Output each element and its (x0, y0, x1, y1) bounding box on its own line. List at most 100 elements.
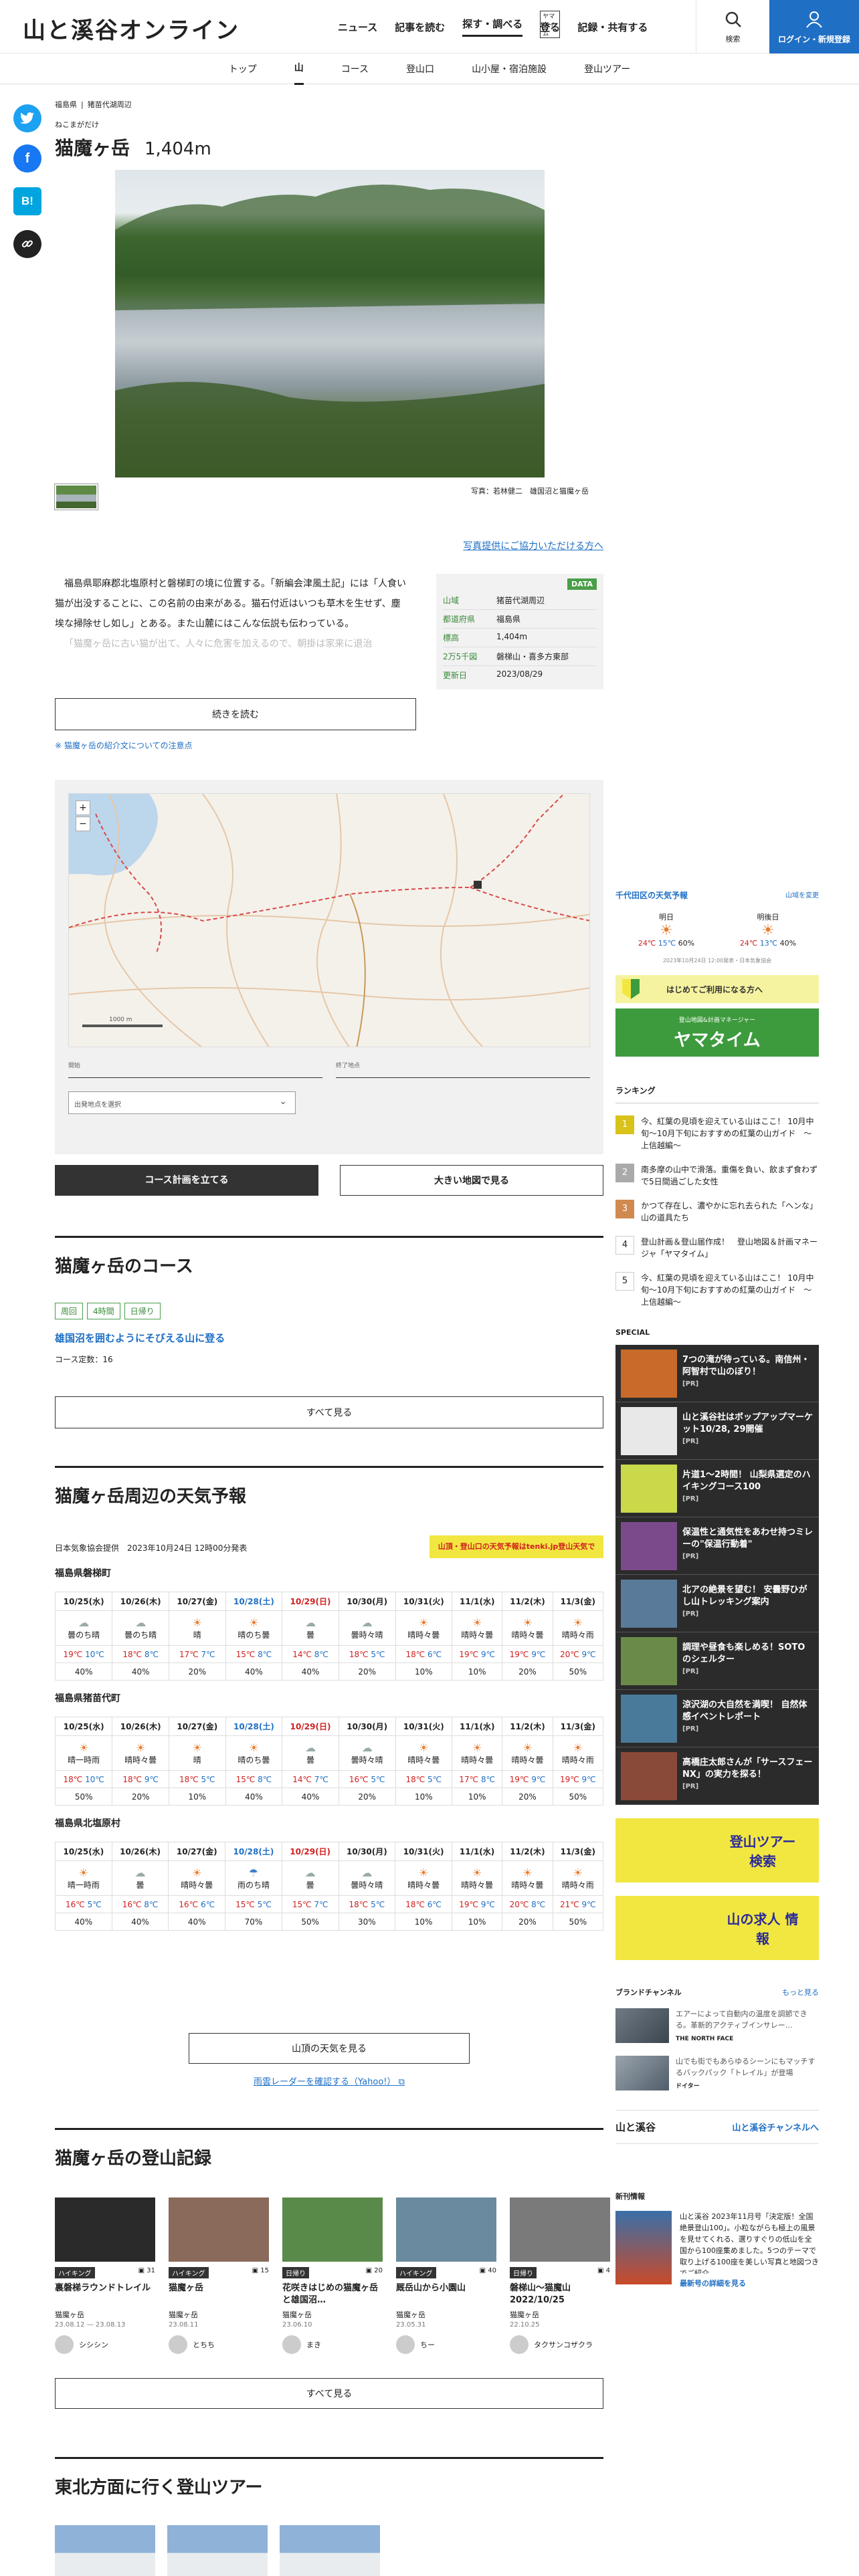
news-text: 山と溪谷 2023年11月号「決定版！全国絶景登山100」。小粒ながらも極上の風… (680, 2212, 819, 2274)
plan-course-button[interactable]: コース計画を立てる (55, 1165, 318, 1196)
tenki-banner[interactable]: 山頂・登山口の天気予報はtenki.jp登山天気で (430, 1535, 603, 1558)
special-item[interactable]: 片道1〜2時間！ 山梨県選定のハイキングコース100 [PR] (615, 1460, 819, 1517)
channel-link[interactable]: 山と溪谷チャンネルへ (732, 2121, 819, 2133)
summit-weather-button[interactable]: 山頂の天気を見る (189, 2033, 470, 2064)
weather-temp: 18℃ 6℃ (395, 1645, 453, 1663)
ranking-item[interactable]: 1 今、紅葉の見頃を迎えている山はここ！ 10月中旬〜10月下旬におすすめの紅葉の… (615, 1115, 819, 1152)
sidebar: 千代田区の天気予報 山域を変更 明日 ☀ 24℃ 15℃ 60% 明後日 ☀ 24℃ 13… (615, 889, 819, 2289)
weather-temp: 18℃ 6℃ (395, 1895, 452, 1913)
weather-icon: ☀ (522, 1741, 533, 1754)
news-link[interactable]: 最新号の詳細を見る (680, 2278, 819, 2289)
weather-temp: 18℃ 5℃ (395, 1770, 453, 1788)
sub-nav: トップ 山 コース 登山口 山小屋・宿泊施設 登山ツアー (0, 52, 859, 85)
record-card[interactable]: ハイキング ▣ 40 厩岳山から小園山 猫魔ヶ岳 23.05.31 ちー (396, 2197, 496, 2354)
nav-climb[interactable]: ヤマタイム 登る (540, 10, 561, 38)
tab-tour[interactable]: 登山ツアー (584, 53, 630, 84)
weather-tables: 福島県磐梯町 10/25(水) 10/26(木) 10/27(金) 10/28(土) 10… (54, 1566, 604, 1931)
ranking-item[interactable]: 3 かつて存在し、濃やかに忘れ去られた「ヘンな」山の道具たち (615, 1200, 819, 1224)
map-scale: 1000 m (109, 1016, 132, 1023)
site-logo[interactable]: 山と溪谷オンライン (23, 12, 240, 45)
photo-count: ▣ 40 (479, 2267, 496, 2274)
breadcrumb-item[interactable]: 福島県 (55, 100, 77, 109)
course-tag: 周回 (55, 1303, 84, 1319)
brand-more-link[interactable]: もっと見る (782, 1987, 819, 1998)
weather-day: 11/2(木) (502, 1842, 553, 1861)
beginner-banner[interactable]: はじめてご利用になる方へ (615, 975, 819, 1003)
weather-cell: ☀ 晴一時雨 (55, 1860, 112, 1896)
magazine-cover[interactable] (615, 2211, 672, 2284)
intro-note-link[interactable]: ※ 猫魔ヶ岳の紹介文についての注意点 (55, 740, 193, 751)
record-card[interactable]: ハイキング ▣ 15 猫魔ヶ岳 猫魔ヶ岳 23.08.11 とちち (169, 2197, 269, 2354)
photo-thumbnail[interactable] (54, 484, 98, 510)
weather-icon: ☀ (192, 1741, 202, 1754)
facebook-share-button[interactable]: f (13, 144, 41, 173)
tab-top[interactable]: トップ (229, 53, 257, 84)
tab-mountain[interactable]: 山 (294, 52, 304, 85)
zoom-in-button[interactable]: + (76, 800, 90, 815)
start-field[interactable]: 開始 (68, 1061, 322, 1078)
nav-record-share[interactable]: 記録・共有する (577, 20, 648, 34)
record-card[interactable]: 日帰り ▣ 20 花咲きはじめの猫魔ヶ岳と雄国沼… 猫魔ヶ岳 23.06.10 まき (282, 2197, 383, 2354)
special-item[interactable]: 北アの絶景を望む！ 安曇野ひがし山トレッキング案内 [PR] (615, 1575, 819, 1632)
weather-icon: ☀ (419, 1616, 429, 1629)
brand-item[interactable]: エアーによって自動内の温度を調節できる。革新的アクティブインサレー… THE NO… (615, 2008, 819, 2045)
nav-news[interactable]: ニュース (338, 20, 377, 34)
search-icon (725, 11, 741, 27)
breadcrumb-item[interactable]: 猪苗代湖周辺 (88, 100, 132, 109)
tab-course[interactable]: コース (341, 53, 369, 84)
read-more-button[interactable]: 続きを読む (55, 698, 416, 730)
weather-icon: ☀ (472, 1866, 482, 1879)
special-item[interactable]: 高橋庄太郎さんが「サースフェーNX」の実力を探る！ [PR] (615, 1747, 819, 1805)
yamatime-banner[interactable]: 登山地図&計画マネージャー ヤマタイム (615, 1008, 819, 1057)
tour-search-banner[interactable]: 登山ツアー 検索 (615, 1818, 819, 1883)
weather-icon: ☀ (522, 1616, 533, 1629)
special-list: 7つの滝が待っている。南信州・阿智村で山のぼり！ [PR] 山と溪谷社はボップアップ… (615, 1345, 819, 1805)
zoom-out-button[interactable]: − (76, 817, 90, 831)
courses-all-button[interactable]: すべて見る (55, 1396, 603, 1428)
data-label: 都道府県 (443, 615, 476, 624)
special-item[interactable]: 保温性と通気性をあわせ持つミレーの"保温行動着" [PR] (615, 1517, 819, 1575)
record-card[interactable]: 日帰り ▣ 4 磐梯山～猫魔山2022/10/25 猫魔ヶ岳 22.10.25 タクサンコ… (510, 2197, 610, 2354)
tour-card[interactable]: 関東発2日間Yamakara Snow College 第3回・安達…2024.… (55, 2525, 155, 2576)
tab-trailhead[interactable]: 登山口 (406, 53, 434, 84)
tour-card[interactable]: 関東発1日間岳温泉に泊まる！ 雪の安達太良山2024.03.02（土） (167, 2525, 268, 2576)
records-all-button[interactable]: すべて見る (55, 2378, 603, 2409)
ranking-item[interactable]: 2 南多摩の山中で滑落。重傷を負い、飲まず食わずで5日間過ごした女性 (615, 1164, 819, 1188)
radar-link[interactable]: 雨雲レーダーを確認する（Yahoo!） ⧉ (55, 2074, 603, 2087)
pr-label: [PR] (682, 1725, 699, 1733)
special-item[interactable]: 7つの滝が待っている。南信州・阿智村で山のぼり！ [PR] (615, 1345, 819, 1402)
record-card[interactable]: ハイキング ▣ 31 裏磐梯ラウンドトレイル 猫魔ヶ岳 23.08.12 — 23.08… (55, 2197, 155, 2354)
job-banner[interactable]: 山の求人 情報 (615, 1896, 819, 1960)
search-button[interactable]: 検索 (696, 0, 769, 53)
login-button[interactable]: ログイン・新規登録 (769, 0, 859, 53)
hatena-share-button[interactable]: B! (13, 187, 41, 215)
end-field[interactable]: 終了地点 (336, 1061, 590, 1078)
topo-map[interactable]: 1000 m + − (68, 793, 590, 1047)
photo-help-link[interactable]: 写真提供にご協力いただける方へ (463, 539, 603, 552)
record-title: 裏磐梯ラウンドトレイル (55, 2283, 151, 2293)
twitter-share-button[interactable] (13, 104, 41, 132)
change-area-link[interactable]: 山域を変更 (785, 889, 819, 901)
big-map-button[interactable]: 大きい地図で見る (340, 1165, 603, 1196)
ranking-item[interactable]: 4 登山計画＆登山届作成！ 登山地図＆計画マネージャ「ヤマタイム」 (615, 1236, 819, 1260)
weather-temp: 19℃ 9℃ (502, 1645, 553, 1663)
nav-articles[interactable]: 記事を読む (395, 20, 445, 34)
weather-cell: ☀ 晴時々雨 (552, 1860, 604, 1896)
brand-item[interactable]: 山でも街でもあらゆるシーンにもマッチするバックパック「トレイル」が登場 ドイター (615, 2056, 819, 2092)
tab-hut[interactable]: 山小屋・宿泊施設 (472, 53, 547, 84)
ranking-title: ランキング (615, 1085, 819, 1103)
nav-search-explore[interactable]: 探す・調べる (462, 17, 523, 37)
sun-icon: ☀ (761, 922, 775, 939)
course-link[interactable]: 雄国沼を囲むようにそびえる山に登る (55, 1331, 225, 1345)
special-item[interactable]: 調理や昼食も楽しめる！SOTOのシェルター [PR] (615, 1632, 819, 1690)
tour-card[interactable]: 関東発2日間名湯・白布温泉に泊まる 西吾妻山ソトルモ…2024.03.09（土） (280, 2525, 380, 2576)
weather-icon: ☁ (304, 1866, 316, 1879)
ranking-item[interactable]: 5 今、紅葉の見頃を迎えている山はここ！ 10月中旬〜10月下旬におすすめの紅葉の… (615, 1272, 819, 1308)
weather-day: 10/28(土) (225, 1592, 283, 1611)
special-item[interactable]: 山と溪谷社はボップアップマーケット10/28, 29開催 [PR] (615, 1402, 819, 1460)
start-select[interactable]: 出発地点を選択 ⌄ (68, 1091, 296, 1114)
weather-day: 10/26(木) (111, 1842, 169, 1861)
special-item[interactable]: 涼沢湖の大自然を満喫！ 自然体感イベントレポート [PR] (615, 1690, 819, 1747)
data-label: 山域 (443, 596, 460, 605)
copy-link-button[interactable] (13, 230, 41, 258)
